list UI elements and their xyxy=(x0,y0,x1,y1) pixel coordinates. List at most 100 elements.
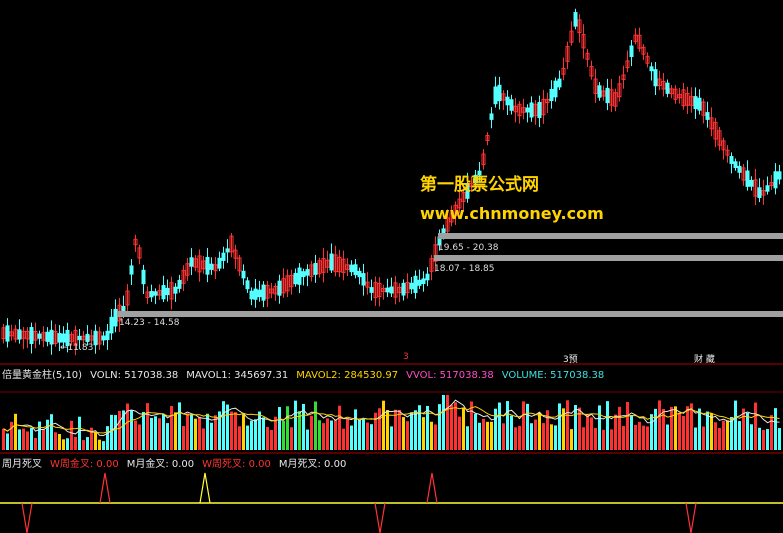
volume-bar xyxy=(190,414,193,450)
volume-panel-title[interactable]: 倍量黄金柱(5,10) xyxy=(2,370,82,381)
volume-bar xyxy=(78,416,81,450)
volume-bar xyxy=(726,420,729,450)
volume-bar xyxy=(74,436,77,450)
volume-bar xyxy=(622,425,625,450)
volume-bar xyxy=(254,419,257,450)
cross-spike-up xyxy=(426,472,438,504)
candle-body xyxy=(301,271,306,278)
candle-body xyxy=(85,333,90,343)
volume-bar xyxy=(70,420,73,450)
volume-bar xyxy=(778,428,781,450)
candle-body xyxy=(245,280,250,290)
event-marker-3[interactable]: 财 藏 xyxy=(694,352,715,365)
volume-bar xyxy=(694,427,697,450)
volume-bar xyxy=(246,425,249,450)
volume-bar xyxy=(186,413,189,450)
volume-bar xyxy=(222,401,225,450)
volume-bar xyxy=(438,404,441,450)
event-marker-2[interactable]: 3预 xyxy=(563,352,578,365)
volume-bar xyxy=(242,414,245,450)
event-marker-1[interactable]: 3 xyxy=(403,352,409,362)
ind-item-2: W周死叉: 0.00 xyxy=(202,459,271,470)
volume-bar xyxy=(634,424,637,450)
candle-body xyxy=(425,273,430,281)
indicator-panel-title[interactable]: 周月死叉 xyxy=(2,459,42,470)
volume-bar xyxy=(770,415,773,450)
volume-bar xyxy=(422,417,425,450)
volume-bar xyxy=(142,412,145,450)
volume-bar xyxy=(506,401,509,450)
volume-bar xyxy=(150,417,153,450)
candle-body xyxy=(409,282,414,290)
volume-bar xyxy=(462,407,465,450)
volume-bar xyxy=(558,403,561,450)
volume-bar xyxy=(590,417,593,450)
volume-bar xyxy=(670,406,673,450)
volume-bar xyxy=(366,422,369,450)
cross-indicator-lines xyxy=(0,472,783,533)
volume-bar xyxy=(310,415,313,450)
volume-bar xyxy=(278,407,281,450)
volume-bar xyxy=(210,422,213,450)
volume-bar xyxy=(114,415,117,450)
candle-body xyxy=(225,248,230,253)
volume-bar xyxy=(258,411,261,450)
volume-bar xyxy=(250,420,253,450)
volume-bar xyxy=(326,418,329,450)
candle-body xyxy=(653,69,658,87)
candle-body xyxy=(557,78,562,88)
volume-bar xyxy=(154,416,157,450)
volume-bar xyxy=(46,419,49,450)
candle-body xyxy=(737,165,742,173)
volume-bar xyxy=(710,413,713,450)
volume-bar xyxy=(58,433,61,450)
volume-bar xyxy=(714,422,717,450)
candle-body xyxy=(49,329,54,345)
volume-bar xyxy=(410,412,413,450)
volume-bar xyxy=(330,420,333,450)
vol-item-2: MAVOL2: 284530.97 xyxy=(296,370,399,381)
candle-body xyxy=(129,265,134,275)
support-band xyxy=(117,311,783,317)
volume-bar xyxy=(334,419,337,450)
candle-body xyxy=(37,333,42,339)
candle-body xyxy=(529,102,534,118)
candle-body xyxy=(17,329,22,340)
candle-body xyxy=(241,270,246,279)
volume-bar xyxy=(426,405,429,450)
candle-body xyxy=(165,287,170,296)
candle-body xyxy=(605,87,610,104)
volume-bar xyxy=(194,418,197,450)
cross-spike-down xyxy=(685,502,697,533)
volume-bar xyxy=(234,412,237,450)
volume-bar xyxy=(266,426,269,450)
volume-bar xyxy=(318,420,321,450)
volume-bar xyxy=(22,428,25,450)
candle-body xyxy=(421,278,426,285)
volume-bar xyxy=(130,410,133,450)
volume-bar xyxy=(86,437,89,450)
candle-body xyxy=(665,82,670,94)
volume-bar xyxy=(514,427,517,450)
candle-body xyxy=(757,187,762,199)
band-label-2: 18.07 - 18.85 xyxy=(434,264,495,274)
volume-bar xyxy=(118,410,121,450)
volume-bar xyxy=(346,418,349,450)
candle-body xyxy=(361,273,366,286)
candle-body xyxy=(141,269,146,285)
candle-body xyxy=(629,45,634,58)
candle-body xyxy=(205,256,210,275)
stock-chart-canvas[interactable] xyxy=(0,0,783,533)
volume-bar xyxy=(238,426,241,450)
volume-bar xyxy=(702,426,705,450)
volume-bar xyxy=(62,439,65,450)
candle-body xyxy=(189,257,194,267)
volume-bar xyxy=(182,426,185,450)
candle-body xyxy=(705,112,710,120)
candle-body xyxy=(597,85,602,98)
ind-item-0: W周金叉: 0.00 xyxy=(50,459,119,470)
volume-bar xyxy=(718,428,721,450)
candle-body xyxy=(573,12,578,27)
volume-bar xyxy=(354,409,357,450)
volume-bar xyxy=(494,408,497,450)
